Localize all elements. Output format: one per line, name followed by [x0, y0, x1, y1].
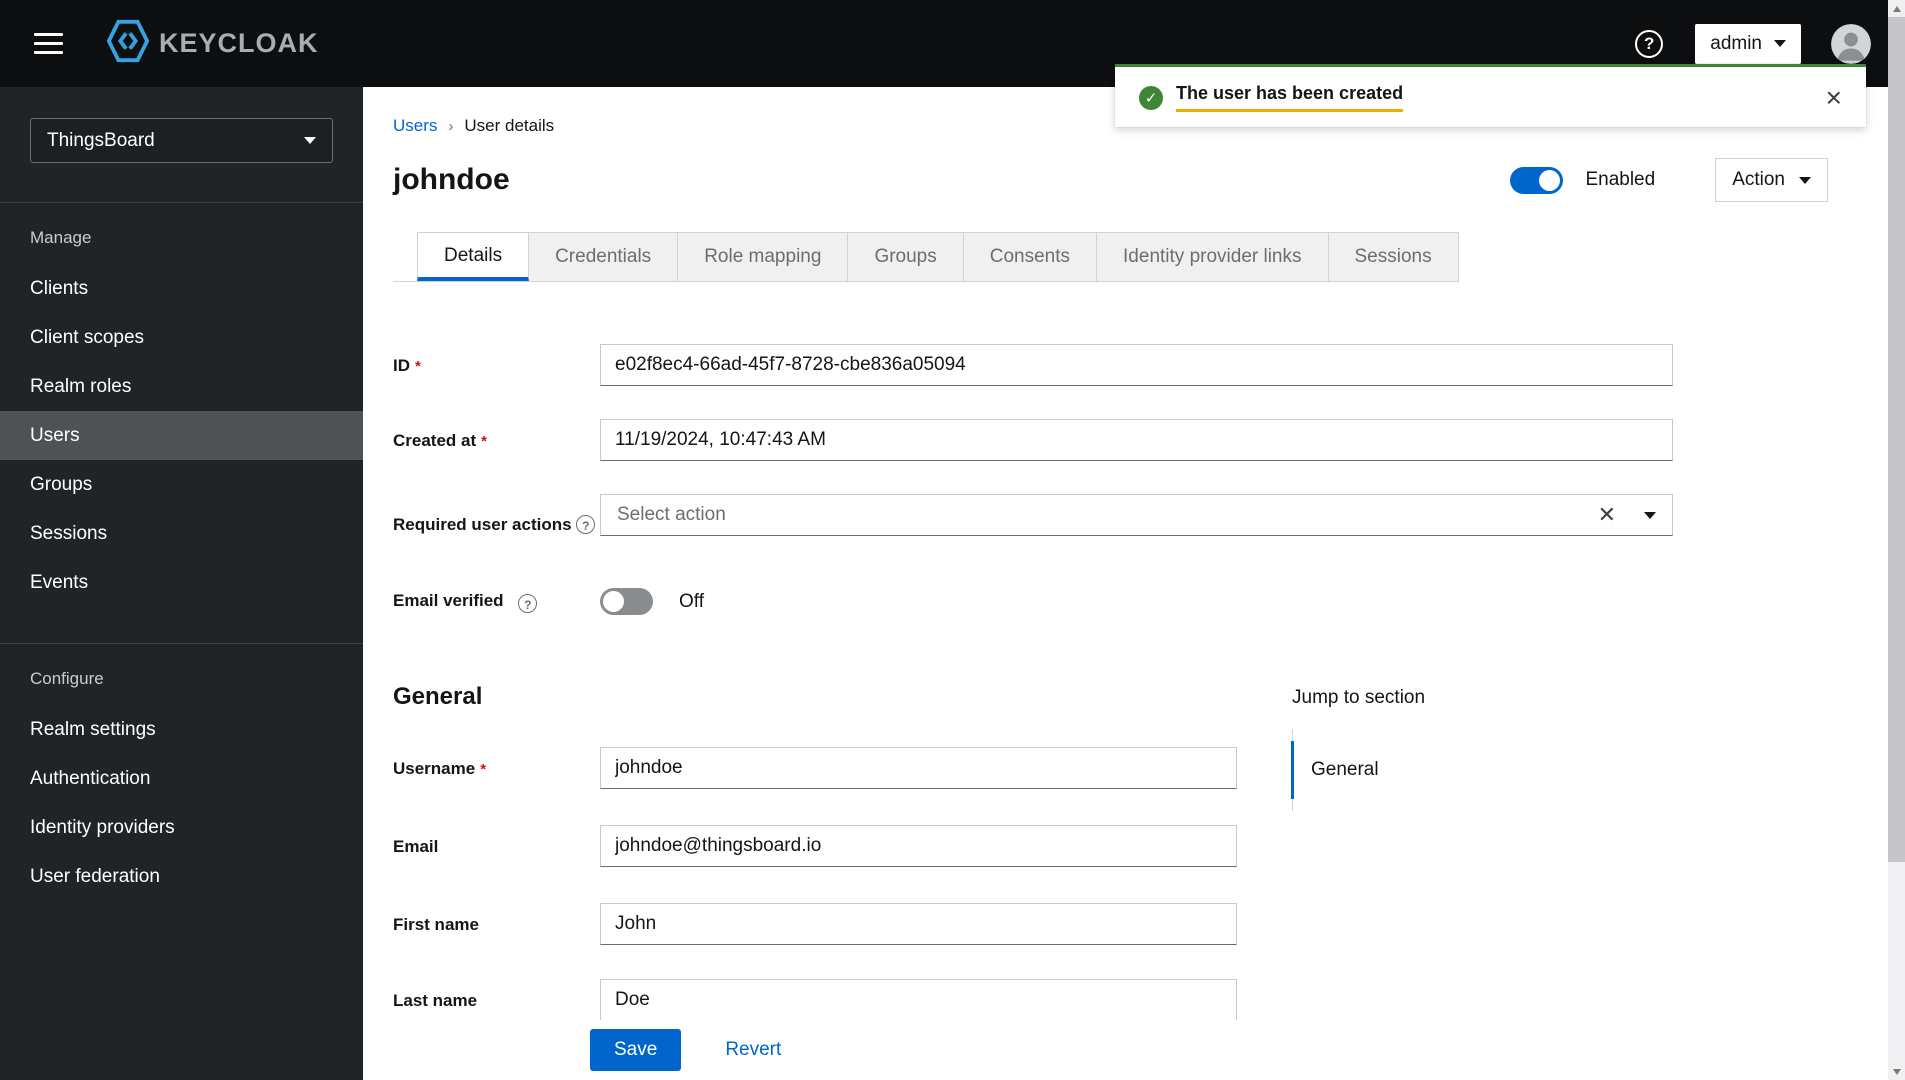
breadcrumb-users-link[interactable]: Users	[393, 116, 437, 136]
jump-link-general[interactable]: General	[1291, 741, 1552, 799]
sidebar-item-identity-providers[interactable]: Identity providers	[0, 803, 363, 852]
user-menu-dropdown[interactable]: admin	[1695, 23, 1801, 64]
save-button[interactable]: Save	[590, 1029, 682, 1071]
first-name-label: First name	[393, 915, 479, 934]
tab-consents[interactable]: Consents	[962, 232, 1098, 281]
scrollbar-thumb[interactable]	[1888, 17, 1905, 862]
tab-bar: Details Credentials Role mapping Groups …	[393, 232, 1459, 282]
jump-to-section-heading: Jump to section	[1292, 687, 1426, 708]
vertical-scrollbar[interactable]	[1888, 0, 1905, 1080]
field-row-required-user-actions: Required user actions ? Select action ✕	[393, 494, 1888, 536]
required-asterisk: *	[480, 761, 487, 778]
sidebar-item-client-scopes[interactable]: Client scopes	[0, 313, 363, 362]
breadcrumb-current: User details	[464, 116, 555, 135]
field-row-username: Username *	[393, 747, 1888, 789]
help-icon[interactable]: ?	[576, 515, 596, 534]
last-name-label: Last name	[393, 991, 478, 1010]
keycloak-logo[interactable]: KEYCLOAK	[105, 16, 319, 71]
email-verified-state-label: Off	[679, 590, 704, 612]
sidebar-item-users[interactable]: Users	[0, 411, 363, 460]
brand-text: KEYCLOAK	[159, 28, 319, 58]
nav-section-manage: Manage	[30, 228, 92, 247]
chevron-down-icon	[304, 137, 316, 144]
field-row-email-verified: Email verified ? Off	[393, 588, 1888, 615]
success-check-icon: ✓	[1139, 85, 1163, 110]
tab-identity-provider-links[interactable]: Identity provider links	[1096, 232, 1329, 281]
tab-details[interactable]: Details	[417, 232, 530, 281]
sidebar-item-user-federation[interactable]: User federation	[0, 852, 363, 901]
sidebar-item-realm-settings[interactable]: Realm settings	[0, 705, 363, 754]
select-placeholder: Select action	[617, 504, 726, 525]
sidebar-item-clients[interactable]: Clients	[0, 264, 363, 313]
avatar[interactable]	[1831, 23, 1871, 64]
sidebar-item-authentication[interactable]: Authentication	[0, 754, 363, 803]
created-at-label: Created at *	[393, 431, 487, 450]
help-icon[interactable]: ?	[518, 594, 538, 613]
general-section-heading: General	[393, 683, 483, 710]
nav-toggle-icon[interactable]	[34, 33, 63, 54]
realm-selector-value: ThingsBoard	[47, 129, 155, 151]
user-details-form: ID* Created at* Required user actions ? …	[363, 344, 1888, 1021]
required-asterisk: *	[415, 358, 421, 375]
required-user-actions-label: Required user actions ?	[393, 494, 600, 535]
form-actions-footer: Save Revert	[363, 1020, 1888, 1080]
required-user-actions-select[interactable]: Select action ✕	[600, 494, 1673, 536]
toast-message: The user has been created	[1176, 83, 1404, 112]
realm-selector[interactable]: ThingsBoard	[30, 118, 333, 163]
close-icon[interactable]: ×	[1826, 83, 1842, 111]
nav-section-configure: Configure	[30, 669, 104, 688]
jump-to-section-list: General	[1291, 729, 1552, 811]
sidebar-item-realm-roles[interactable]: Realm roles	[0, 362, 363, 411]
sidebar-item-sessions[interactable]: Sessions	[0, 509, 363, 558]
tab-role-mapping[interactable]: Role mapping	[677, 232, 849, 281]
breadcrumb-separator: ›	[448, 117, 454, 135]
help-icon[interactable]: ?	[1635, 29, 1664, 58]
field-row-first-name: First name	[393, 903, 1888, 945]
jump-to-section-panel: Jump to section General	[1291, 687, 1552, 811]
field-row-id: ID *	[393, 344, 1888, 386]
user-menu-label: admin	[1710, 32, 1762, 54]
main-content: Users › User details johndoe Enabled Act…	[363, 87, 1888, 1080]
chevron-down-icon[interactable]	[1644, 511, 1656, 519]
email-input[interactable]	[600, 825, 1237, 867]
email-verified-toggle[interactable]	[600, 588, 653, 615]
page-header-row: johndoe Enabled Action	[363, 158, 1888, 202]
email-label: Email	[393, 837, 439, 856]
clear-selection-icon[interactable]: ✕	[1598, 504, 1616, 526]
scroll-down-icon[interactable]	[1888, 1063, 1905, 1080]
page-title: johndoe	[393, 163, 510, 196]
field-row-created-at: Created at *	[393, 419, 1888, 461]
first-name-input[interactable]	[600, 903, 1237, 945]
field-row-email: Email	[393, 825, 1888, 867]
created-at-input[interactable]	[600, 419, 1673, 461]
sidebar-item-events[interactable]: Events	[0, 558, 363, 607]
action-dropdown-label: Action	[1732, 169, 1785, 190]
sidebar-item-groups[interactable]: Groups	[0, 460, 363, 509]
sidebar: ThingsBoard Manage Clients Client scopes…	[0, 87, 363, 1080]
tab-groups[interactable]: Groups	[847, 232, 964, 281]
action-dropdown-button[interactable]: Action	[1715, 158, 1828, 202]
chevron-down-icon	[1774, 40, 1786, 47]
chevron-down-icon	[1799, 176, 1811, 184]
keycloak-hexagon-icon	[105, 16, 151, 71]
tab-credentials[interactable]: Credentials	[528, 232, 679, 281]
scroll-up-icon[interactable]	[1888, 0, 1905, 17]
tab-sessions[interactable]: Sessions	[1327, 232, 1459, 281]
username-input[interactable]	[600, 747, 1237, 789]
required-asterisk: *	[481, 433, 487, 450]
id-input[interactable]	[600, 344, 1673, 386]
field-row-last-name: Last name	[393, 979, 1888, 1021]
id-label: ID *	[393, 356, 421, 375]
enabled-toggle-label: Enabled	[1585, 169, 1656, 190]
last-name-input[interactable]	[600, 979, 1237, 1021]
username-label: Username *	[393, 759, 487, 778]
email-verified-label: Email verified ?	[393, 590, 600, 613]
revert-button[interactable]: Revert	[725, 1039, 781, 1061]
success-toast: ✓ The user has been created ×	[1115, 64, 1866, 127]
enabled-toggle[interactable]	[1510, 166, 1564, 194]
